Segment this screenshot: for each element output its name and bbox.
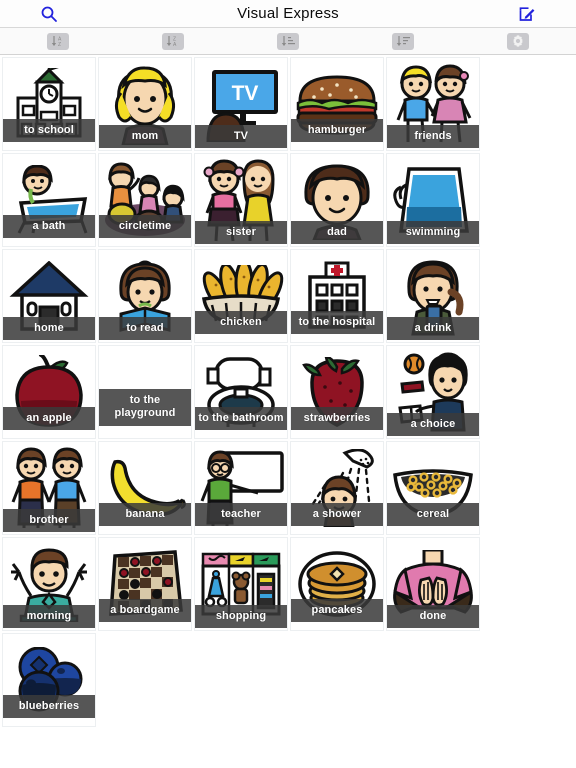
- symbol-cell[interactable]: circletime: [98, 153, 192, 247]
- sort-a-to-z-icon: A Z: [51, 36, 62, 48]
- svg-text:Z: Z: [58, 42, 61, 48]
- sort-alpha-asc-button[interactable]: A Z: [46, 32, 69, 50]
- sort-toolbar: A Z Z A: [0, 28, 576, 55]
- symbol-label: TV: [195, 125, 287, 148]
- symbol-cell[interactable]: cereal: [386, 441, 480, 535]
- symbol-cell[interactable]: pancakes: [290, 537, 384, 631]
- settings-button[interactable]: [507, 32, 530, 50]
- symbol-cell[interactable]: friends: [386, 57, 480, 151]
- symbol-label: a boardgame: [99, 599, 191, 622]
- sort-list-asc-button[interactable]: [277, 32, 299, 50]
- symbol-label: an apple: [3, 407, 95, 430]
- symbol-label: home: [3, 317, 95, 340]
- symbol-label: morning: [3, 605, 95, 628]
- symbol-label: shopping: [195, 605, 287, 628]
- symbol-cell[interactable]: a bath: [2, 153, 96, 247]
- symbol-label: dad: [291, 221, 383, 244]
- compose-edit-icon[interactable]: [516, 3, 538, 25]
- toolbar-slot: [346, 32, 461, 50]
- symbol-cell[interactable]: an apple: [2, 345, 96, 439]
- svg-text:A: A: [173, 42, 177, 48]
- toolbar-slot: [230, 32, 345, 50]
- symbol-cell[interactable]: banana: [98, 441, 192, 535]
- symbol-cell[interactable]: to read: [98, 249, 192, 343]
- symbol-label: chicken: [195, 311, 287, 334]
- symbol-label: to the hospital: [291, 311, 383, 334]
- symbol-cell[interactable]: done: [386, 537, 480, 631]
- symbol-cell[interactable]: a boardgame: [98, 537, 192, 631]
- page-title: Visual Express: [237, 5, 339, 22]
- symbol-label: pancakes: [291, 599, 383, 622]
- toolbar-slot: [461, 32, 576, 50]
- symbol-cell[interactable]: blueberries: [2, 633, 96, 727]
- symbol-cell[interactable]: to school: [2, 57, 96, 151]
- sort-alpha-desc-button[interactable]: Z A: [161, 32, 184, 50]
- sort-amount-desc-icon: [397, 36, 411, 46]
- symbol-label: a drink: [387, 317, 479, 340]
- toolbar-slot: A Z: [0, 32, 115, 50]
- symbol-label: brother: [3, 509, 95, 532]
- symbol-label: mom: [99, 125, 191, 148]
- symbol-label: a choice: [387, 413, 479, 436]
- symbol-cell[interactable]: to the playground: [98, 345, 192, 439]
- symbol-grid: to school mom TV TV hamburger friends a …: [0, 55, 576, 728]
- symbol-cell[interactable]: a shower: [290, 441, 384, 535]
- symbol-label: circletime: [99, 215, 191, 238]
- symbol-cell[interactable]: to the hospital: [290, 249, 384, 343]
- toolbar-slot: Z A: [115, 32, 230, 50]
- symbol-label: swimming: [387, 221, 479, 244]
- symbol-label: a shower: [291, 503, 383, 526]
- sort-z-to-a-icon: Z A: [166, 36, 177, 48]
- symbol-label: to the bathroom: [195, 407, 287, 430]
- symbol-cell[interactable]: hamburger: [290, 57, 384, 151]
- symbol-label: banana: [99, 503, 191, 526]
- symbol-label: a bath: [3, 215, 95, 238]
- symbol-label: blueberries: [3, 695, 95, 718]
- symbol-cell[interactable]: teacher: [194, 441, 288, 535]
- symbol-label: hamburger: [291, 119, 383, 142]
- symbol-label: to the playground: [99, 389, 191, 426]
- symbol-label: friends: [387, 125, 479, 148]
- symbol-cell[interactable]: TV TV: [194, 57, 288, 151]
- symbol-cell[interactable]: morning: [2, 537, 96, 631]
- symbol-cell[interactable]: sister: [194, 153, 288, 247]
- svg-text:TV: TV: [232, 82, 259, 105]
- symbol-cell[interactable]: chicken: [194, 249, 288, 343]
- symbol-label: strawberries: [291, 407, 383, 430]
- sort-list-desc-button[interactable]: [392, 32, 415, 50]
- sort-amount-asc-icon: [281, 36, 295, 46]
- symbol-cell[interactable]: home: [2, 249, 96, 343]
- symbol-cell[interactable]: to the bathroom: [194, 345, 288, 439]
- symbol-label: to read: [99, 317, 191, 340]
- symbol-label: teacher: [195, 503, 287, 526]
- symbol-cell[interactable]: mom: [98, 57, 192, 151]
- gear-icon: [513, 35, 523, 47]
- symbol-cell[interactable]: strawberries: [290, 345, 384, 439]
- symbol-label: to school: [3, 119, 95, 142]
- symbol-cell[interactable]: a choice: [386, 345, 480, 439]
- symbol-cell[interactable]: swimming: [386, 153, 480, 247]
- symbol-label: done: [387, 605, 479, 628]
- symbol-label: cereal: [387, 503, 479, 526]
- symbol-cell[interactable]: dad: [290, 153, 384, 247]
- navigation-bar: Visual Express: [0, 0, 576, 28]
- symbol-label: sister: [195, 221, 287, 244]
- symbol-cell[interactable]: a drink: [386, 249, 480, 343]
- symbol-cell[interactable]: brother: [2, 441, 96, 535]
- symbol-cell[interactable]: shopping: [194, 537, 288, 631]
